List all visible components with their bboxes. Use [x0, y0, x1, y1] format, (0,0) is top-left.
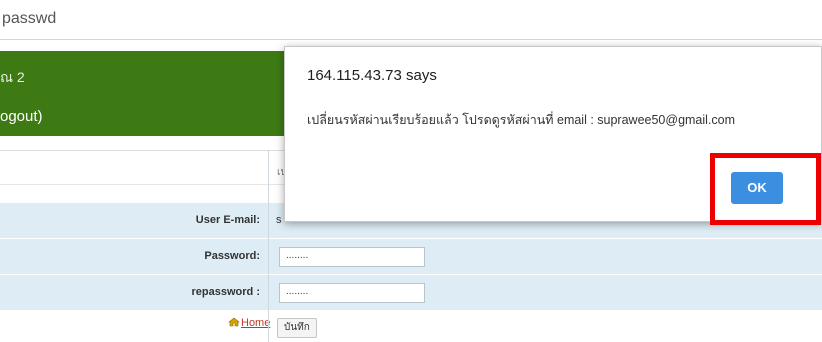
repassword-row: repassword : ........ — [0, 274, 822, 310]
address-bar[interactable]: passwd — [0, 0, 822, 40]
logout-link[interactable]: ogout) — [0, 108, 43, 125]
actions-row: Home บันทึก — [0, 310, 822, 342]
home-link-label: Home — [241, 317, 271, 329]
address-text: passwd — [2, 10, 57, 27]
annotation-highlight-box — [710, 153, 821, 225]
email-value: s — [276, 214, 282, 226]
save-button[interactable]: บันทึก — [277, 318, 317, 338]
column-divider — [268, 150, 269, 342]
repassword-field[interactable]: ........ — [279, 283, 425, 303]
password-label: Password: — [204, 250, 260, 262]
email-label: User E-mail: — [195, 214, 260, 226]
dialog-title: 164.115.43.73 says — [307, 67, 437, 84]
home-link[interactable]: Home — [228, 317, 270, 329]
home-icon — [228, 317, 240, 327]
banner-user-line: ณ 2 — [0, 69, 25, 85]
repassword-label: repassword : — [191, 286, 260, 298]
password-field[interactable]: ........ — [279, 247, 425, 267]
password-row: Password: ........ — [0, 238, 822, 274]
dialog-message: เปลี่ยนรหัสผ่านเรียบร้อยแล้ว โปรดดูรหัสผ… — [307, 113, 736, 127]
